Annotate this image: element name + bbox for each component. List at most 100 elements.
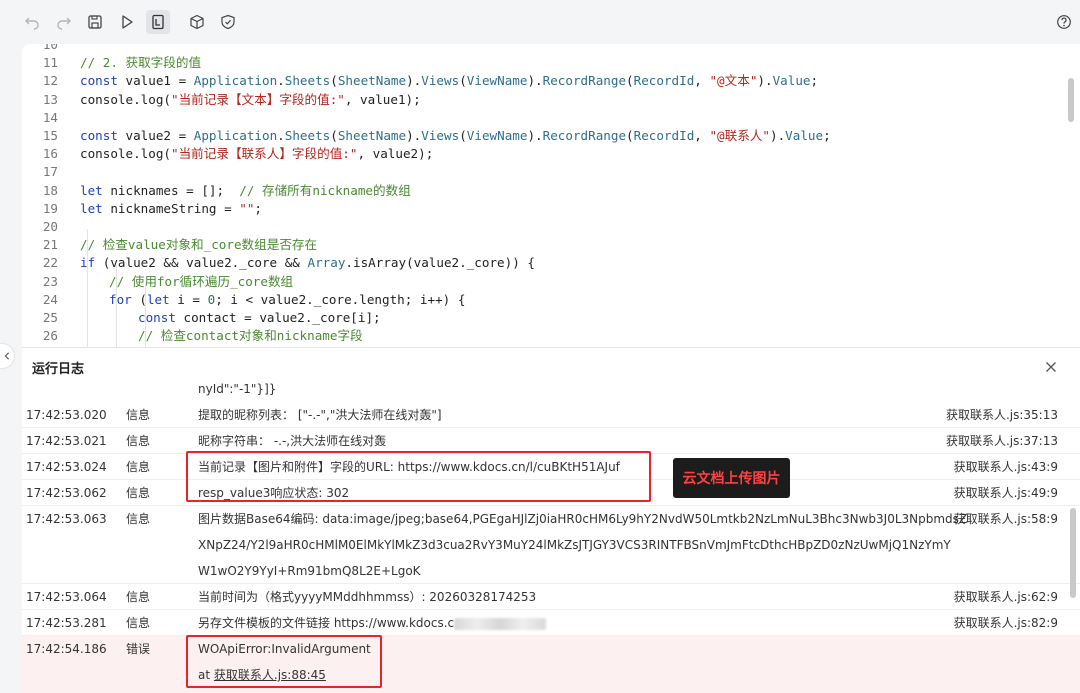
code-token: value1 = — [117, 73, 194, 89]
log-source-link[interactable]: 获取联系人.js:43:9 — [954, 458, 1058, 476]
code-token: ( — [626, 128, 634, 143]
log-source-link[interactable]: 获取联系人.js:49:9 — [954, 484, 1058, 502]
code-line[interactable]: 17 — [22, 163, 1080, 181]
help-icon — [1057, 15, 1071, 29]
log-toggle-button[interactable] — [146, 10, 170, 34]
line-number: 25 — [42, 310, 58, 325]
log-level: 信息 — [126, 590, 151, 604]
save-button[interactable] — [83, 10, 107, 34]
line-number: 18 — [42, 182, 58, 198]
code-token: console.log( — [80, 91, 171, 107]
code-token: (value2 && value2._core && — [95, 255, 308, 271]
code-text: const value2 = Application.Sheets(SheetN… — [80, 127, 831, 145]
code-token: Value — [772, 73, 811, 89]
code-token: const — [80, 128, 118, 143]
log-message-text: XNpZ24/Y2l9aHR0cHMlM0ElMkYlMkZ3d3cua2RvY… — [198, 538, 951, 552]
undo-button[interactable] — [20, 10, 44, 34]
log-source-link[interactable]: 获取联系人.js:37:13 — [946, 432, 1058, 450]
code-token: , — [694, 73, 710, 89]
code-line[interactable]: 16 console.log("当前记录【联系人】字段的值:", value2); — [22, 145, 1080, 163]
code-token: RecordId — [633, 73, 695, 89]
log-level: 信息 — [126, 616, 151, 630]
log-source-link[interactable]: 获取联系人.js:58:9 — [954, 510, 1058, 528]
code-line[interactable]: 21 // 检查value对象和_core数组是否存在 — [22, 236, 1080, 254]
code-token: SheetName — [337, 128, 407, 143]
log-panel: 运行日志 nyId":"-1"}]} 17:42:53.020 信息 提取的昵称列表… — [22, 347, 1080, 693]
code-token: value2 = — [117, 128, 194, 143]
redo-icon — [57, 17, 71, 30]
close-log-button[interactable] — [1042, 358, 1060, 376]
log-level: 信息 — [126, 486, 151, 500]
sidebar-collapse-handle[interactable] — [0, 344, 14, 368]
code-token: for — [109, 291, 132, 307]
code-token: Application — [193, 128, 278, 143]
permission-button[interactable] — [216, 10, 240, 34]
help-button[interactable] — [1052, 10, 1076, 34]
log-partial-line: nyId":"-1"}]} — [198, 382, 277, 396]
package-button[interactable] — [185, 10, 209, 34]
log-source-link[interactable]: 获取联系人.js:62:9 — [954, 588, 1058, 606]
code-token: "@文本" — [709, 73, 758, 89]
code-line[interactable]: 24 for (let i = 0; i < value2._core.lengt… — [22, 291, 1080, 309]
code-editor[interactable]: 10 11 // 2. 获取字段的值 12 const value1 = Applica… — [22, 44, 1080, 347]
code-line[interactable]: 20 — [22, 218, 1080, 236]
log-level: 信息 — [126, 434, 151, 448]
code-token: RecordId — [633, 128, 695, 143]
code-line[interactable]: 14 — [22, 109, 1080, 127]
line-number: 19 — [42, 200, 58, 216]
code-line[interactable]: 22 if (value2 && value2._core && Array.is… — [22, 254, 1080, 272]
line-number: 22 — [42, 255, 58, 271]
code-token: i = — [169, 291, 208, 307]
log-level: 信息 — [126, 460, 151, 474]
code-token: , — [694, 128, 710, 143]
line-number: 17 — [42, 164, 58, 180]
code-token: let — [80, 200, 103, 216]
code-line[interactable]: 25 const contact = value2._core[i]; — [22, 309, 1080, 327]
log-message: XNpZ24/Y2l9aHR0cHMlM0ElMkYlMkZ3d3cua2RvY… — [198, 536, 951, 554]
line-number: 11 — [42, 55, 58, 71]
code-token: "当前记录【联系人】字段的值:" — [171, 146, 358, 162]
log-message-text: 昵称字符串： -.-,洪大法师在线对轰 — [198, 434, 387, 448]
code-line[interactable]: 26 // 检查contact对象和nickname字段 — [22, 327, 1080, 345]
line-number: 15 — [42, 128, 58, 143]
code-token: ( — [330, 128, 338, 143]
log-source-link[interactable]: 获取联系人.js:82:9 — [954, 614, 1058, 632]
run-button[interactable] — [115, 10, 139, 34]
log-message-text: 另存文件模板的文件链接 https://www.kdocs.c — [198, 616, 455, 630]
log-message: W1wO2Y9YyI+Rm91bmQ8L2E+LgoK — [198, 562, 421, 580]
code-token: // 2. 获取字段的值 — [80, 55, 202, 71]
code-token: , value2); — [357, 146, 434, 162]
code-token: // 存储所有nickname的数组 — [239, 182, 411, 198]
code-line[interactable]: 18 let nicknames = []; // 存储所有nickname的数组 — [22, 182, 1080, 200]
line-number: 14 — [42, 109, 58, 125]
log-message-text: W1wO2Y9YyI+Rm91bmQ8L2E+LgoK — [198, 564, 421, 578]
code-token: // 检查contact对象和nickname字段 — [138, 328, 363, 344]
code-line[interactable]: 11 // 2. 获取字段的值 — [22, 54, 1080, 72]
code-token: // 检查value对象和_core数组是否存在 — [80, 237, 318, 253]
code-line[interactable]: 19 let nicknameString = ""; — [22, 200, 1080, 218]
code-line[interactable]: 15 const value2 = Application.Sheets(Shee… — [22, 127, 1080, 145]
log-row-error[interactable]: 17:42:54.186 错误 WOApiError:InvalidArgument… — [22, 636, 1080, 693]
log-source-link[interactable]: 获取联系人.js:35:13 — [946, 406, 1058, 424]
code-token: , value1); — [344, 91, 421, 107]
redo-button[interactable] — [52, 10, 76, 34]
code-line[interactable]: 13 console.log("当前记录【文本】字段的值:", value1); — [22, 91, 1080, 109]
code-line[interactable]: 23 // 使用for循环遍历_core数组 — [22, 273, 1080, 291]
log-row[interactable]: 17:42:53.020 信息 提取的昵称列表： ["-.-","洪大法师在线对轰"… — [22, 402, 1080, 428]
log-row[interactable]: 17:42:53.063 信息 图片数据Base64编码: data:image/j… — [22, 506, 1080, 584]
redacted-text — [454, 617, 547, 630]
code-token: ( — [626, 73, 634, 89]
log-time: 17:42:53.281 — [26, 616, 107, 630]
code-text: // 检查contact对象和nickname字段 — [138, 327, 363, 345]
indent-guide — [87, 229, 88, 347]
code-token: // 使用for循环遍历_core数组 — [109, 273, 294, 289]
log-row[interactable]: 17:42:53.064 信息 当前时间为（格式yyyyMMddhhmmss）: 2… — [22, 584, 1080, 610]
log-row[interactable]: 17:42:53.281 信息 另存文件模板的文件链接 https://www.kd… — [22, 610, 1080, 636]
log-scrollbar[interactable] — [1070, 508, 1076, 598]
code-line[interactable]: 12 const value1 = Application.Sheets(Shee… — [22, 72, 1080, 90]
log-time: 17:42:53.063 — [26, 512, 107, 526]
code-line[interactable]: 10 — [22, 44, 1080, 54]
line-number: 23 — [42, 273, 58, 289]
code-token: ; — [810, 73, 819, 89]
code-token: "@联系人" — [709, 128, 770, 143]
